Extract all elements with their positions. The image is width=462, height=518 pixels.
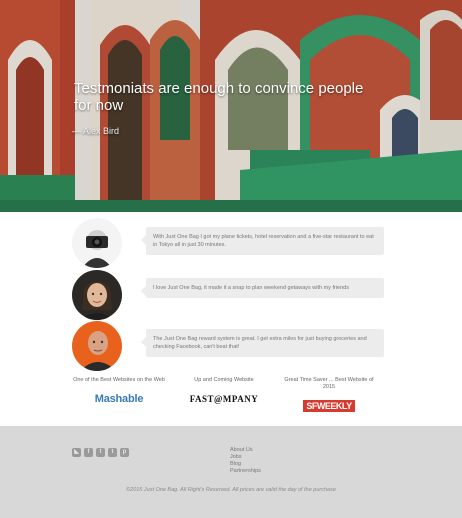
avatar	[72, 270, 122, 320]
press-caption: One of the Best Websites on the Web	[73, 377, 165, 383]
testimonial-text: I love Just One Bag, it made it a snap t…	[141, 278, 384, 298]
avatar	[72, 321, 122, 371]
rss-icon[interactable]: ◣	[72, 448, 81, 457]
social-links: ◣ f t t p	[72, 448, 129, 457]
pinterest-icon[interactable]: p	[120, 448, 129, 457]
footer-link-about[interactable]: About Us	[230, 447, 261, 454]
hero-quote: Testmoniats are enough to convince peopl…	[74, 80, 364, 114]
press-caption: Up and Coming Website	[194, 377, 254, 383]
hero-banner: Testmoniats are enough to convince peopl…	[0, 0, 462, 212]
footer-link-blog[interactable]: Blog	[230, 461, 261, 468]
footer-links: About Us Jobs Blog Partnerships	[230, 447, 261, 475]
testimonial-item: With Just One Bag I got my plane tickets…	[72, 218, 385, 268]
press-caption: Great Time Saver ... Best Website of 201…	[284, 377, 374, 390]
testimonial-item: The Just One Bag reward system is great.…	[72, 321, 385, 371]
press-mention: Great Time Saver ... Best Website of 201…	[279, 377, 379, 414]
footer-link-jobs[interactable]: Jobs	[230, 454, 261, 461]
copyright-text: ©2015 Just One Bag. All Right's Reserved…	[126, 487, 336, 493]
tumblr-icon[interactable]: t	[108, 448, 117, 457]
testimonial-text: The Just One Bag reward system is great.…	[141, 329, 384, 357]
facebook-icon[interactable]: f	[84, 448, 93, 457]
footer-link-partnerships[interactable]: Partnerships	[230, 468, 261, 475]
fast-company-logo[interactable]: FAST@MPANY	[190, 394, 259, 404]
testimonial-text: With Just One Bag I got my plane tickets…	[141, 227, 384, 255]
testimonial-item: I love Just One Bag, it made it a snap t…	[72, 270, 385, 320]
mashable-logo[interactable]: Mashable	[95, 393, 144, 405]
avatar	[72, 218, 122, 268]
footer: ◣ f t t p About Us Jobs Blog Partnership…	[0, 426, 462, 518]
twitter-icon[interactable]: t	[96, 448, 105, 457]
press-mention: One of the Best Websites on the Web Mash…	[69, 377, 169, 407]
hero-quote-author: — Alex Bird	[72, 126, 120, 136]
sf-weekly-logo[interactable]: SFWEEKLY	[303, 400, 355, 412]
press-mention: Up and Coming Website FAST@MPANY	[174, 377, 274, 407]
